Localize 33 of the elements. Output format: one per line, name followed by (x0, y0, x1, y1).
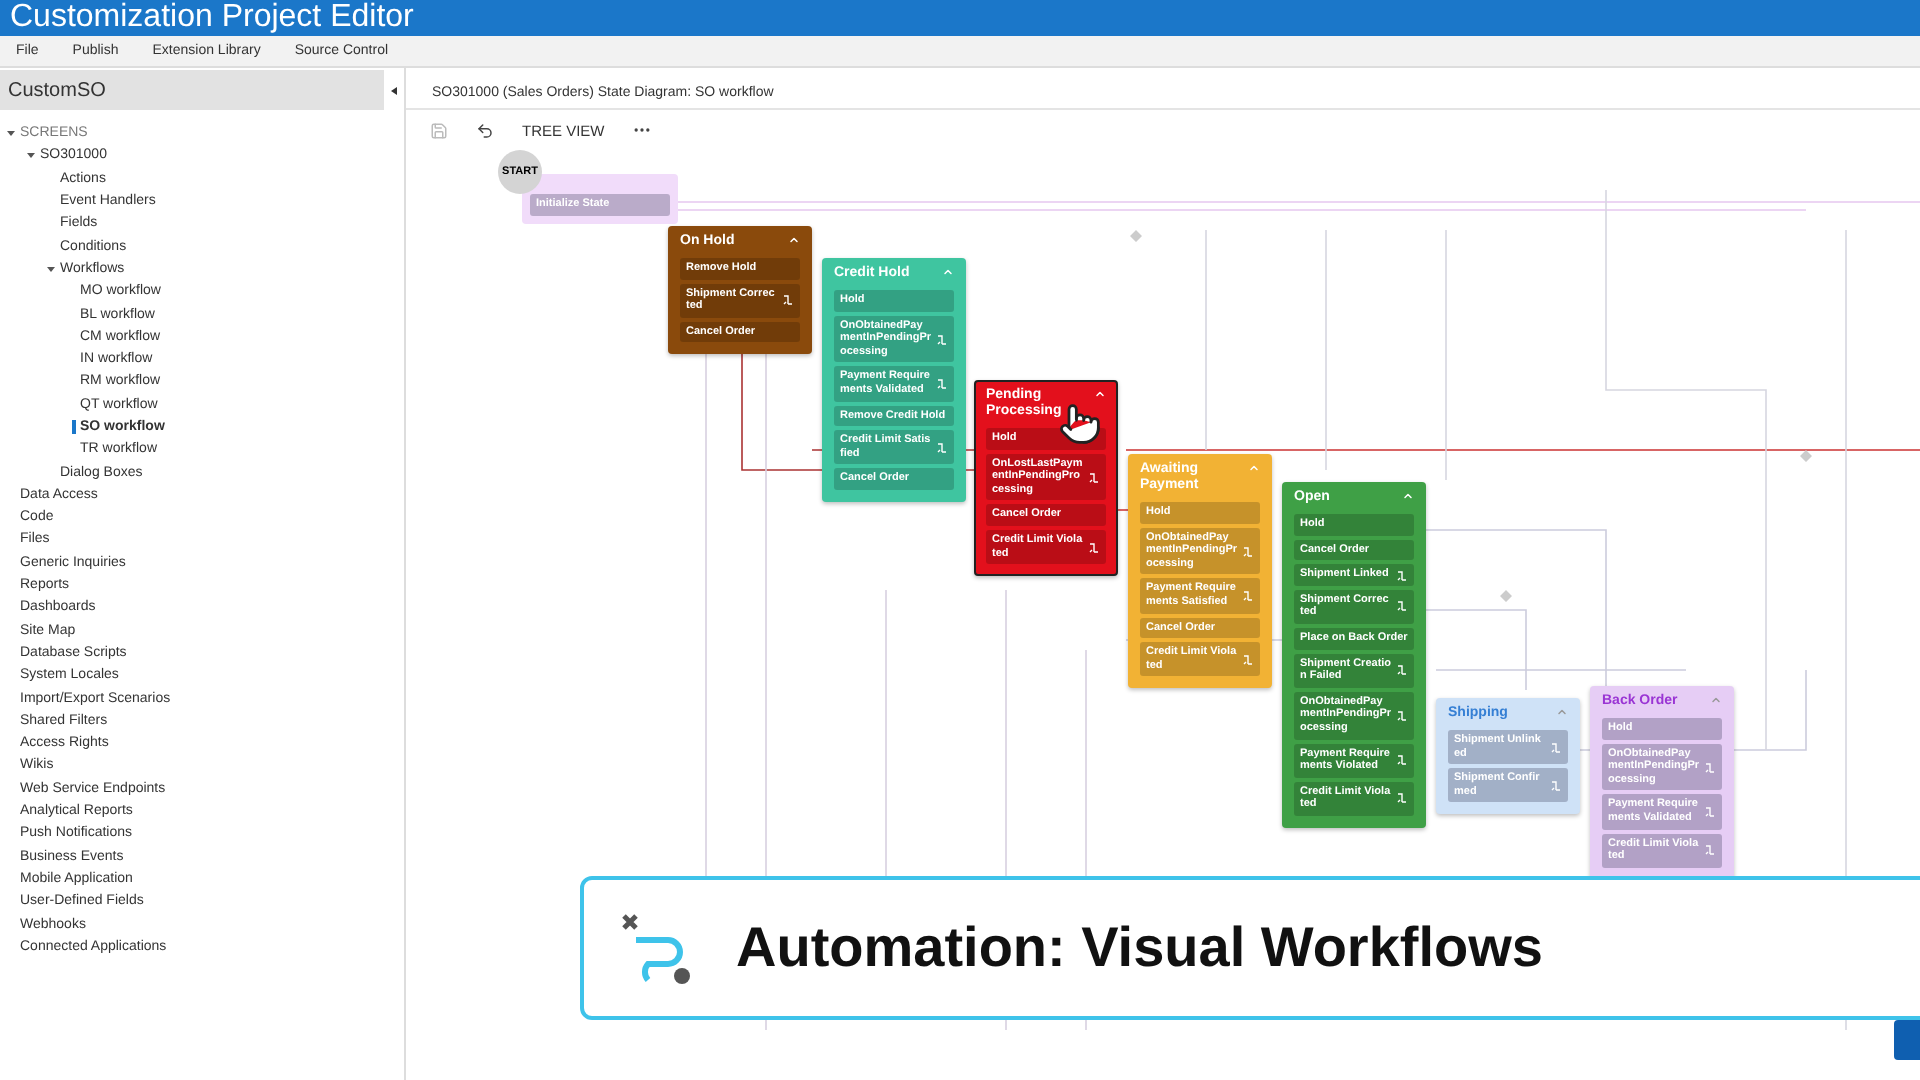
step-icon (1396, 754, 1408, 767)
caret-icon[interactable] (6, 128, 16, 139)
step-icon (1396, 569, 1408, 582)
caret-icon[interactable] (26, 150, 36, 161)
step-icon (1242, 590, 1254, 603)
step-icon (936, 378, 948, 391)
hand-pointer-icon (1058, 402, 1102, 446)
window-title: Customization Project Editor (0, 0, 1920, 36)
caret-icon (390, 85, 398, 95)
step-icon (1396, 664, 1408, 677)
step-icon (1242, 653, 1254, 666)
undo-button[interactable] (476, 121, 494, 139)
step-icon (1550, 779, 1562, 792)
step-icon (1396, 709, 1408, 722)
project-name: CustomSO (8, 79, 106, 101)
step-icon (1242, 545, 1254, 558)
step-icon (1704, 844, 1716, 857)
save-icon (430, 121, 448, 139)
undo-icon (476, 121, 494, 139)
step-icon (782, 294, 794, 307)
caret-icon[interactable] (46, 263, 56, 274)
banner-title: Automation: Visual Workflows (736, 916, 1543, 980)
step-icon (1396, 600, 1408, 613)
collapse-button[interactable] (384, 70, 404, 110)
step-icon (1704, 806, 1716, 819)
step-icon (936, 441, 948, 454)
step-icon (1550, 741, 1562, 754)
step-icon (1396, 792, 1408, 805)
workflow-icon (616, 908, 696, 988)
step-icon (1704, 761, 1716, 774)
step-icon (936, 333, 948, 346)
step-icon (1088, 541, 1100, 554)
step-icon (1088, 471, 1100, 484)
